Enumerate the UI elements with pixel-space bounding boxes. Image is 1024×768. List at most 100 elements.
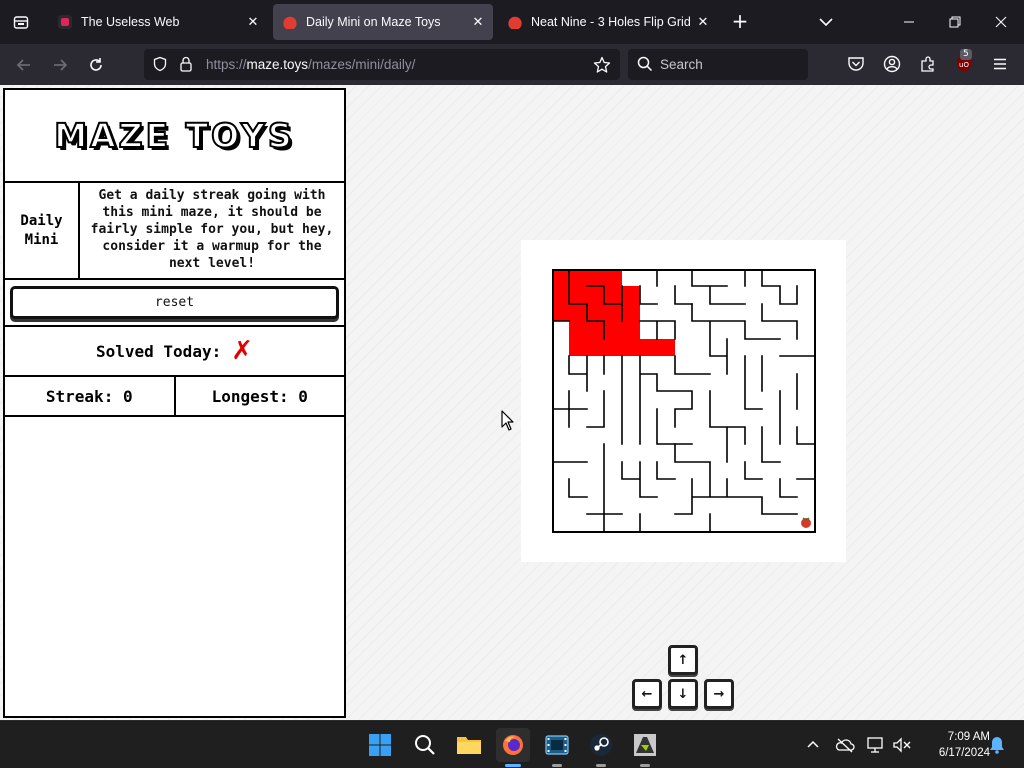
bookmark-star-icon[interactable]: [593, 56, 611, 78]
extensions-button[interactable]: [917, 53, 939, 75]
game-app-icon: [634, 734, 656, 756]
longest-label: Longest:: [211, 386, 289, 406]
pocket-button[interactable]: [845, 53, 867, 75]
game-app-button[interactable]: [628, 728, 662, 767]
reset-button[interactable]: reset: [10, 286, 339, 319]
shield-icon[interactable]: [152, 56, 168, 76]
cloud-offline-icon: [835, 738, 855, 753]
streak-cell: Streak: 0: [5, 377, 176, 415]
tomato-favicon-icon: [508, 15, 522, 29]
reload-button[interactable]: [83, 52, 109, 78]
onedrive-button[interactable]: [835, 735, 855, 755]
file-explorer-button[interactable]: [452, 728, 486, 762]
streak-label: Streak:: [45, 386, 114, 406]
arrow-left-icon: [16, 59, 30, 71]
volume-button[interactable]: [892, 735, 912, 755]
minimize-icon: [904, 21, 914, 23]
url-text[interactable]: https://maze.toys/mazes/mini/daily/: [206, 57, 415, 72]
bell-icon: [990, 737, 1004, 754]
folder-icon: [457, 737, 481, 754]
solved-today-row: Solved Today: ✗: [5, 327, 344, 377]
streak-value: 0: [122, 386, 133, 406]
steam-button[interactable]: [584, 728, 618, 767]
url-scheme: https://: [206, 57, 247, 72]
film-icon: [545, 735, 569, 755]
mouse-cursor-icon: [501, 410, 514, 431]
arrow-right-icon: [54, 59, 68, 71]
reset-row: reset: [5, 280, 344, 327]
close-tab-icon[interactable]: ✕: [694, 13, 712, 31]
tab-daily-mini[interactable]: Daily Mini on Maze Toys ✕: [273, 4, 493, 40]
firefox-view-icon: [13, 16, 29, 29]
maze-board[interactable]: [552, 269, 816, 533]
tab-bar: The Useless Web ✕ Daily Mini on Maze Toy…: [0, 0, 1024, 44]
forward-button[interactable]: [47, 52, 73, 78]
tomato-goal-icon: [801, 517, 811, 528]
arrow-right-key[interactable]: →: [704, 679, 734, 709]
network-icon: [867, 737, 883, 753]
hamburger-menu-icon: [994, 58, 1006, 70]
pocket-icon: [848, 57, 864, 71]
search-bar[interactable]: Search: [628, 49, 808, 80]
tab-label: The Useless Web: [81, 15, 180, 29]
streak-row: Streak: 0 Longest: 0: [5, 377, 344, 417]
arrow-down-key[interactable]: ↓: [668, 679, 698, 709]
extension-badge-count: 5: [960, 49, 972, 60]
arrow-left-key[interactable]: ←: [632, 679, 662, 709]
minimize-button[interactable]: [897, 10, 921, 34]
close-tab-icon[interactable]: ✕: [244, 13, 262, 31]
running-indicator: [596, 764, 606, 767]
maze-description: Get a daily streak going with this mini …: [90, 188, 334, 271]
daily-mini-label: Daily Mini: [5, 183, 80, 278]
search-icon: [637, 56, 653, 76]
taskbar-search-button[interactable]: [408, 728, 442, 762]
firefox-icon: [503, 735, 523, 755]
info-row: Daily Mini Get a daily streak going with …: [5, 183, 344, 280]
lock-icon[interactable]: [178, 55, 194, 77]
maze-card: [521, 240, 846, 562]
useless-web-favicon-icon: [58, 15, 72, 29]
running-indicator: [552, 764, 562, 767]
puzzle-icon: [921, 56, 934, 72]
start-button[interactable]: [363, 728, 397, 762]
navigation-toolbar: https://maze.toys/mazes/mini/daily/ Sear…: [0, 44, 1024, 85]
close-icon: [995, 16, 1007, 28]
tab-neat-nine[interactable]: Neat Nine - 3 Holes Flip Grid ✕: [498, 4, 718, 40]
account-icon: [883, 55, 901, 73]
restore-button[interactable]: [943, 10, 967, 34]
longest-cell: Longest: 0: [176, 377, 345, 415]
tab-useless-web[interactable]: The Useless Web ✕: [48, 4, 268, 40]
video-editor-button[interactable]: [540, 728, 574, 767]
account-button[interactable]: [881, 53, 903, 75]
maze-toys-logo[interactable]: MAZE TOYS: [53, 115, 294, 156]
logo-box: MAZE TOYS: [5, 90, 344, 183]
search-placeholder: Search: [660, 57, 703, 72]
new-tab-button[interactable]: +: [728, 10, 752, 34]
chevron-up-icon: [807, 740, 819, 748]
url-path: /mazes/mini/daily/: [308, 57, 416, 72]
windows-logo-icon: [369, 734, 391, 756]
arrow-up-key[interactable]: ↑: [668, 645, 698, 675]
tab-label: Daily Mini on Maze Toys: [306, 15, 441, 29]
reload-icon: [90, 58, 102, 71]
notifications-button[interactable]: [987, 735, 1007, 755]
app-menu-button[interactable]: [989, 53, 1011, 75]
steam-icon: [590, 734, 612, 756]
active-indicator: [505, 764, 521, 767]
close-tab-icon[interactable]: ✕: [469, 13, 487, 31]
clock-time: 7:09 AM: [947, 731, 990, 743]
address-bar[interactable]: https://maze.toys/mazes/mini/daily/: [144, 49, 620, 80]
firefox-view-button[interactable]: [0, 0, 42, 44]
windows-taskbar: 7:09 AM 6/17/2024: [0, 720, 1024, 768]
show-hidden-icons-button[interactable]: [803, 735, 823, 755]
list-all-tabs-button[interactable]: [814, 12, 838, 32]
network-button[interactable]: [866, 735, 886, 755]
solved-today-label: Solved Today:: [95, 341, 222, 361]
close-window-button[interactable]: [989, 10, 1013, 34]
firefox-taskbar-button[interactable]: [496, 728, 530, 767]
url-host: maze.toys: [246, 57, 309, 72]
daily-label-line2: Mini: [24, 231, 59, 248]
back-button[interactable]: [11, 52, 37, 78]
system-clock[interactable]: 7:09 AM 6/17/2024: [920, 729, 990, 761]
svg-text:uO: uO: [959, 61, 969, 69]
